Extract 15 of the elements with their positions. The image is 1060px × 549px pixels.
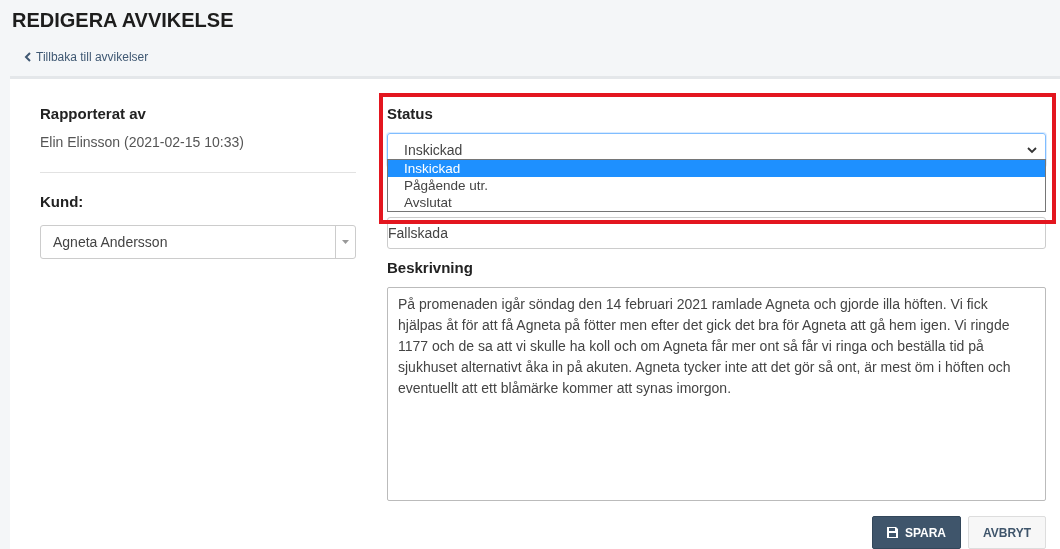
description-textarea[interactable]: På promenaden igår söndag den 14 februari 2021 ramlade Agneta och gjorde illa höften. Vi fick hjälpas åt för att få Agneta på fötter men efter det gick det bra för Agneta att gå hem igen. Vi ringde 1177 och de sa att vi skulle ha koll och om Agneta får mer ont så får vi ringa och beställa tid på sjukhuset alternativt åka in på akuten. Agneta tycker inte att det gör så ont, är mest öm i höften och eventuellt att ett blåmärke kommer att synas imorgon. <box>387 287 1046 501</box>
save-button[interactable]: SPARA <box>871 516 961 549</box>
field-label: Beskrivning <box>387 258 474 278</box>
caret-down-icon <box>342 240 349 244</box>
chevron-left-icon <box>24 52 31 62</box>
field-label: Status <box>387 104 434 124</box>
field-label: Rapporterat av <box>40 104 147 124</box>
field-label: Kund: <box>40 192 85 212</box>
category-field[interactable]: Fallskada <box>387 217 1046 249</box>
customer-select[interactable]: Agneta Andersson <box>40 225 356 259</box>
cancel-button[interactable]: AVBRYT <box>968 516 1046 549</box>
back-link[interactable]: Tillbaka till avvikelser <box>24 49 149 65</box>
reporter-text: Elin Elinsson (2021-02-15 10:33) <box>40 134 245 150</box>
page-title: REDIGERA AVVIKELSE <box>12 8 235 32</box>
chevron-down-icon <box>1027 146 1037 154</box>
